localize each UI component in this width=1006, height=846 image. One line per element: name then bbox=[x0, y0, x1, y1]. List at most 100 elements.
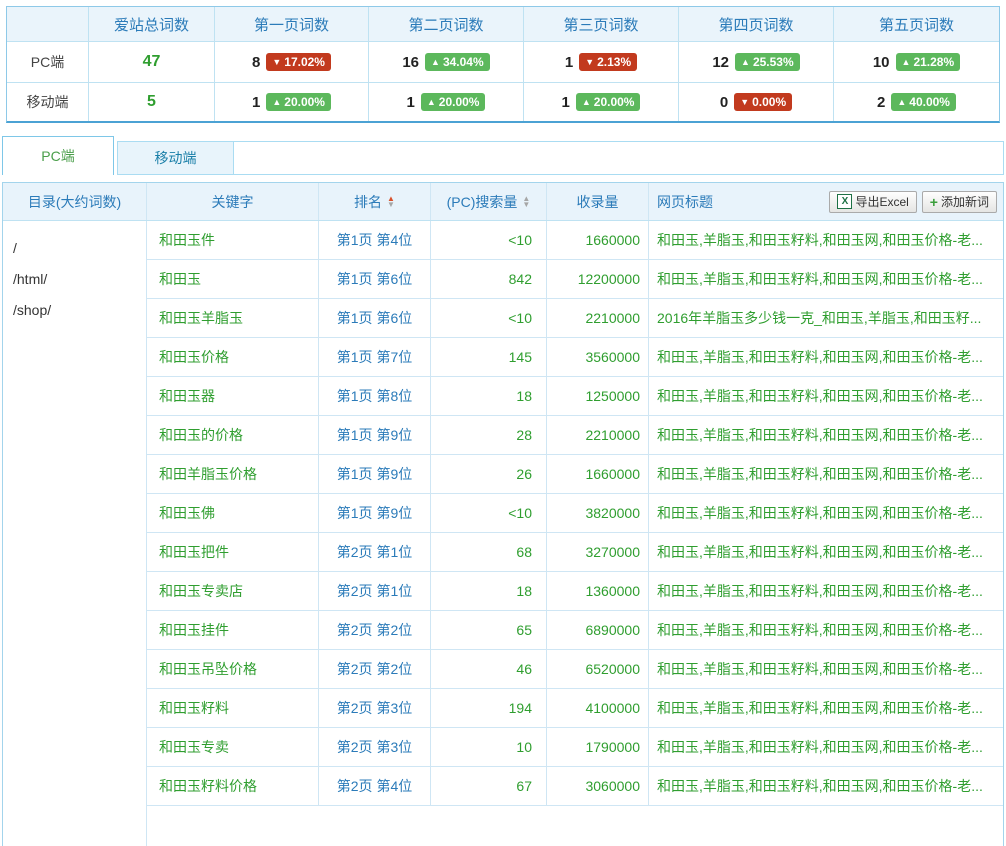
sort-icon[interactable]: ▲▼ bbox=[387, 196, 395, 208]
page-title-cell: 和田玉,羊脂玉,和田玉籽料,和田玉网,和田玉价格-老... bbox=[649, 533, 1003, 571]
keyword-cell[interactable]: 和田玉籽料价格 bbox=[147, 767, 319, 805]
keyword-cell[interactable]: 和田玉价格 bbox=[147, 338, 319, 376]
page-title-cell: 2016年羊脂玉多少钱一克_和田玉,羊脂玉,和田玉籽... bbox=[649, 299, 1003, 337]
directory-item[interactable]: / bbox=[13, 233, 136, 264]
table-row: 和田玉专卖店第2页 第1位181360000和田玉,羊脂玉,和田玉籽料,和田玉网… bbox=[147, 572, 1003, 611]
summary-column-header: 第三页词数 bbox=[524, 7, 679, 41]
summary-metric-cell: 1▲20.00% bbox=[215, 83, 369, 121]
index-count-cell: 1250000 bbox=[547, 377, 649, 415]
change-badge: ▲25.53% bbox=[735, 53, 800, 71]
page-title-cell: 和田玉,羊脂玉,和田玉籽料,和田玉网,和田玉价格-老... bbox=[649, 767, 1003, 805]
table-row: 和田玉价格第1页 第7位1453560000和田玉,羊脂玉,和田玉籽料,和田玉网… bbox=[147, 338, 1003, 377]
table-row: 和田玉件第1页 第4位<101660000和田玉,羊脂玉,和田玉籽料,和田玉网,… bbox=[147, 221, 1003, 260]
change-percent: 40.00% bbox=[909, 95, 950, 109]
arrow-up-icon: ▲ bbox=[427, 98, 436, 107]
change-badge: ▲20.00% bbox=[421, 93, 486, 111]
search-volume-cell: 194 bbox=[431, 689, 547, 727]
keyword-cell[interactable]: 和田玉件 bbox=[147, 221, 319, 259]
column-header-directory: 目录(大约词数) bbox=[3, 183, 147, 220]
directory-item[interactable]: /html/ bbox=[13, 264, 136, 295]
sort-icon[interactable]: ▲▼ bbox=[522, 196, 530, 208]
rank-cell: 第1页 第7位 bbox=[319, 338, 431, 376]
table-row: 和田玉吊坠价格第2页 第2位466520000和田玉,羊脂玉,和田玉籽料,和田玉… bbox=[147, 650, 1003, 689]
metric-value: 12 bbox=[712, 54, 729, 71]
index-count-cell: 1660000 bbox=[547, 455, 649, 493]
table-row: 和田玉挂件第2页 第2位656890000和田玉,羊脂玉,和田玉籽料,和田玉网,… bbox=[147, 611, 1003, 650]
page-title-cell: 和田玉,羊脂玉,和田玉籽料,和田玉网,和田玉价格-老... bbox=[649, 611, 1003, 649]
index-count-cell: 6520000 bbox=[547, 650, 649, 688]
arrow-up-icon: ▲ bbox=[582, 98, 591, 107]
arrow-up-icon: ▲ bbox=[431, 58, 440, 67]
column-header-search[interactable]: (PC)搜索量▲▼ bbox=[431, 183, 547, 220]
search-volume-cell: 68 bbox=[431, 533, 547, 571]
keyword-cell[interactable]: 和田玉挂件 bbox=[147, 611, 319, 649]
rank-cell: 第2页 第2位 bbox=[319, 650, 431, 688]
index-count-cell: 6890000 bbox=[547, 611, 649, 649]
plus-icon: + bbox=[930, 195, 938, 209]
search-volume-cell: <10 bbox=[431, 494, 547, 532]
change-badge: ▲20.00% bbox=[266, 93, 331, 111]
metric-value: 10 bbox=[873, 54, 890, 71]
keyword-cell[interactable]: 和田玉的价格 bbox=[147, 416, 319, 454]
column-header-title: 网页标题X导出Excel+添加新词 bbox=[649, 183, 1003, 220]
export-excel-button[interactable]: X导出Excel bbox=[829, 191, 916, 213]
arrow-up-icon: ▲ bbox=[741, 58, 750, 67]
index-count-cell: 3560000 bbox=[547, 338, 649, 376]
keyword-cell[interactable]: 和田玉把件 bbox=[147, 533, 319, 571]
directory-column: //html//shop/ bbox=[3, 221, 147, 846]
summary-metric-cell: 2▲40.00% bbox=[834, 83, 999, 121]
keyword-cell[interactable]: 和田羊脂玉价格 bbox=[147, 455, 319, 493]
column-header-keyword: 关键字 bbox=[147, 183, 319, 220]
rank-cell: 第1页 第8位 bbox=[319, 377, 431, 415]
export-excel-label: 导出Excel bbox=[855, 193, 908, 210]
keyword-cell[interactable]: 和田玉吊坠价格 bbox=[147, 650, 319, 688]
change-badge: ▲21.28% bbox=[896, 53, 961, 71]
add-keyword-button[interactable]: +添加新词 bbox=[922, 191, 997, 213]
add-keyword-label: 添加新词 bbox=[941, 193, 989, 210]
tab-mobile[interactable]: 移动端 bbox=[117, 141, 234, 175]
arrow-up-icon: ▲ bbox=[902, 58, 911, 67]
rank-cell: 第1页 第6位 bbox=[319, 299, 431, 337]
summary-total-count: 47 bbox=[89, 42, 215, 82]
change-percent: 21.28% bbox=[913, 55, 954, 69]
summary-row: 移动端51▲20.00%1▲20.00%1▲20.00%0▼0.00%2▲40.… bbox=[7, 82, 999, 121]
column-header-label: 目录(大约词数) bbox=[28, 192, 121, 212]
column-header-rank[interactable]: 排名▲▼ bbox=[319, 183, 431, 220]
rank-cell: 第1页 第9位 bbox=[319, 416, 431, 454]
rank-cell: 第1页 第9位 bbox=[319, 494, 431, 532]
change-percent: 17.02% bbox=[284, 55, 325, 69]
keyword-cell[interactable]: 和田玉 bbox=[147, 260, 319, 298]
keyword-cell[interactable]: 和田玉专卖店 bbox=[147, 572, 319, 610]
table-row: 和田玉的价格第1页 第9位282210000和田玉,羊脂玉,和田玉籽料,和田玉网… bbox=[147, 416, 1003, 455]
rank-cell: 第2页 第3位 bbox=[319, 728, 431, 766]
keyword-cell[interactable]: 和田玉专卖 bbox=[147, 728, 319, 766]
metric-value: 16 bbox=[402, 54, 419, 71]
keyword-cell[interactable]: 和田玉佛 bbox=[147, 494, 319, 532]
metric-value: 2 bbox=[877, 94, 885, 111]
search-volume-cell: 28 bbox=[431, 416, 547, 454]
summary-metric-cell: 1▲20.00% bbox=[369, 83, 524, 121]
metric-value: 8 bbox=[252, 54, 260, 71]
index-count-cell: 1790000 bbox=[547, 728, 649, 766]
search-volume-cell: 46 bbox=[431, 650, 547, 688]
table-row bbox=[147, 806, 1003, 846]
tab-pc[interactable]: PC端 bbox=[2, 136, 114, 175]
search-volume-cell: <10 bbox=[431, 221, 547, 259]
directory-item[interactable]: /shop/ bbox=[13, 295, 136, 326]
metric-value: 1 bbox=[565, 54, 573, 71]
summary-table: 爱站总词数第一页词数第二页词数第三页词数第四页词数第五页词数 PC端478▼17… bbox=[6, 6, 1000, 123]
summary-row-label: 移动端 bbox=[7, 83, 89, 121]
table-row: 和田玉把件第2页 第1位683270000和田玉,羊脂玉,和田玉籽料,和田玉网,… bbox=[147, 533, 1003, 572]
table-row: 和田玉籽料第2页 第3位1944100000和田玉,羊脂玉,和田玉籽料,和田玉网… bbox=[147, 689, 1003, 728]
keyword-cell[interactable]: 和田玉籽料 bbox=[147, 689, 319, 727]
arrow-up-icon: ▲ bbox=[272, 98, 281, 107]
keyword-cell[interactable]: 和田玉器 bbox=[147, 377, 319, 415]
search-volume-cell: 842 bbox=[431, 260, 547, 298]
page-title-cell: 和田玉,羊脂玉,和田玉籽料,和田玉网,和田玉价格-老... bbox=[649, 572, 1003, 610]
keyword-rows: 和田玉件第1页 第4位<101660000和田玉,羊脂玉,和田玉籽料,和田玉网,… bbox=[147, 221, 1003, 846]
search-volume-cell: 18 bbox=[431, 377, 547, 415]
keyword-cell[interactable]: 和田玉羊脂玉 bbox=[147, 299, 319, 337]
summary-metric-cell: 10 ▲21.28% bbox=[834, 42, 999, 82]
sort-down-icon: ▼ bbox=[522, 202, 530, 208]
search-volume-cell: <10 bbox=[431, 299, 547, 337]
